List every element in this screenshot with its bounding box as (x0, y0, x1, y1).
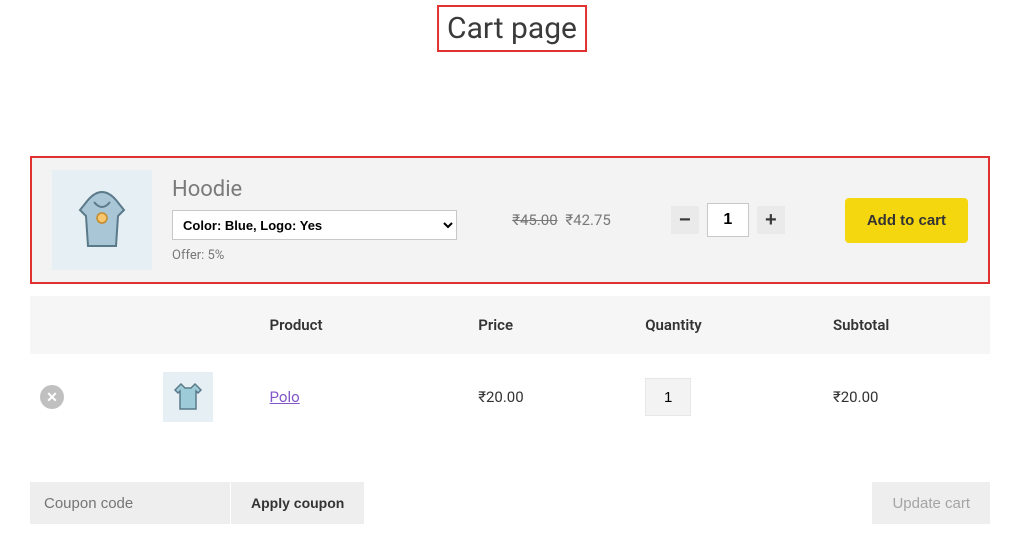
cart-table: Product Price Quantity Subtotal ✕ Polo ₹… (30, 296, 990, 440)
page-title: Cart page (437, 5, 587, 52)
th-product: Product (260, 296, 469, 354)
product-link[interactable]: Polo (270, 388, 300, 406)
upsell-product-name: Hoodie (172, 177, 502, 202)
th-price: Price (468, 296, 635, 354)
hoodie-icon (66, 184, 138, 256)
remove-item-button[interactable]: ✕ (40, 385, 64, 409)
upsell-price: ₹45.00 ₹42.75 (512, 211, 611, 229)
qty-decrease-button[interactable]: − (671, 206, 699, 234)
th-quantity: Quantity (635, 296, 823, 354)
upsell-variant-select[interactable]: Color: Blue, Logo: Yes (172, 210, 457, 240)
apply-coupon-button[interactable]: Apply coupon (231, 482, 364, 524)
th-subtotal: Subtotal (823, 296, 990, 354)
product-thumbnail (163, 372, 213, 422)
coupon-row: Apply coupon Update cart (30, 482, 990, 524)
upsell-info: Hoodie Color: Blue, Logo: Yes Offer: 5% (172, 177, 502, 263)
table-row: ✕ Polo ₹20.00 ₹20.00 (30, 354, 990, 440)
quantity-stepper: − + (671, 203, 785, 237)
qty-increase-button[interactable]: + (757, 206, 785, 234)
upsell-product-image (52, 170, 152, 270)
product-price: ₹20.00 (468, 354, 635, 440)
qty-input[interactable] (707, 203, 749, 237)
product-subtotal: ₹20.00 (823, 354, 990, 440)
upsell-panel: Hoodie Color: Blue, Logo: Yes Offer: 5% … (30, 156, 990, 284)
upsell-offer-text: Offer: 5% (172, 248, 502, 263)
coupon-input[interactable] (30, 482, 230, 524)
update-cart-button[interactable]: Update cart (872, 482, 990, 524)
table-header-row: Product Price Quantity Subtotal (30, 296, 990, 354)
add-to-cart-button[interactable]: Add to cart (845, 198, 968, 243)
upsell-new-price: ₹42.75 (565, 211, 610, 229)
row-qty-input[interactable] (645, 378, 691, 416)
polo-icon (171, 380, 205, 414)
upsell-old-price: ₹45.00 (512, 211, 557, 229)
